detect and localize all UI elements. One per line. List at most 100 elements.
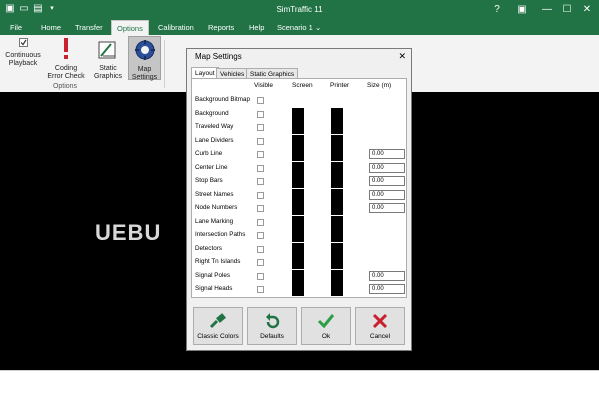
printer-color-swatch[interactable] (331, 107, 343, 121)
map-label-2: Settings (131, 74, 158, 81)
screen-color-swatch[interactable] (292, 188, 304, 202)
screen-color-swatch[interactable] (292, 283, 304, 296)
visible-checkbox[interactable] (257, 259, 264, 266)
visible-checkbox[interactable] (257, 151, 264, 158)
row-label: Stop Bars (195, 177, 223, 184)
ribbon-group-label: Options (52, 83, 78, 90)
row-label: Street Names (195, 190, 234, 198)
screen-color-swatch[interactable] (292, 148, 304, 161)
printer-color-swatch[interactable] (331, 188, 343, 202)
screen-color-swatch[interactable] (292, 134, 304, 148)
printer-color-swatch[interactable] (331, 229, 343, 242)
row-label: Signal Heads (195, 285, 233, 292)
visible-checkbox[interactable] (257, 164, 264, 172)
visible-checkbox[interactable] (257, 232, 264, 239)
visible-checkbox[interactable] (257, 218, 264, 226)
size-input[interactable]: 0.00 (369, 149, 405, 159)
screen-color-swatch[interactable] (292, 202, 304, 215)
printer-color-swatch[interactable] (331, 161, 343, 175)
visible-checkbox[interactable] (257, 191, 264, 199)
tab-calibration[interactable]: Calibration (158, 20, 194, 35)
tab-reports[interactable]: Reports (208, 20, 234, 35)
tab-help[interactable]: Help (249, 20, 264, 35)
visible-checkbox[interactable] (257, 124, 264, 131)
ok-button[interactable]: Ok (301, 307, 351, 345)
column-printer: Printer (330, 82, 350, 89)
continuous-playback-button[interactable]: Continuous Playback (4, 38, 42, 68)
map-settings-dialog: Map Settings ✕ Layout Vehicles Static Gr… (186, 48, 412, 351)
screen-color-swatch[interactable] (292, 269, 304, 283)
continuous-label-2: Playback (8, 60, 38, 67)
visible-checkbox[interactable] (257, 110, 264, 118)
visible-checkbox[interactable] (257, 245, 264, 253)
static-graphics-button[interactable]: Static Graphics (90, 38, 126, 81)
row-label: Lane Dividers (195, 136, 234, 144)
visible-checkbox[interactable] (257, 137, 264, 145)
tab-home[interactable]: Home (41, 20, 61, 35)
printer-color-swatch[interactable] (331, 242, 343, 256)
map-label-1: Map (137, 66, 152, 73)
visible-checkbox[interactable] (257, 178, 264, 185)
screen-color-swatch[interactable] (292, 229, 304, 242)
screen-color-swatch[interactable] (292, 175, 304, 188)
classic-colors-button[interactable]: Classic Colors (193, 307, 243, 345)
row-label: Lane Marking (195, 217, 234, 225)
printer-color-swatch[interactable] (331, 148, 343, 161)
paint-brush-icon (194, 313, 242, 331)
map-settings-icon (129, 39, 160, 64)
help-icon[interactable]: ? (485, 0, 509, 20)
size-input[interactable]: 0.00 (369, 270, 405, 281)
printer-color-swatch[interactable] (331, 175, 343, 188)
close-icon[interactable]: ✕ (575, 0, 599, 20)
row-label: Intersection Paths (195, 231, 246, 238)
size-input[interactable]: 0.00 (369, 189, 405, 200)
row-label: Background Bitmap (195, 96, 250, 103)
printer-color-swatch[interactable] (331, 202, 343, 215)
tab-file[interactable]: File (10, 20, 22, 35)
layout-panel: Visible Screen Printer Size (m) Backgrou… (191, 78, 407, 298)
row-label: Traveled Way (195, 123, 234, 130)
printer-color-swatch[interactable] (331, 121, 343, 134)
row-label: Signal Poles (195, 271, 231, 279)
screen-color-swatch[interactable] (292, 242, 304, 256)
visible-checkbox[interactable] (257, 272, 264, 280)
screen-color-swatch[interactable] (292, 107, 304, 121)
tab-transfer[interactable]: Transfer (75, 20, 103, 35)
size-input[interactable]: 0.00 (369, 176, 405, 186)
error-exclamation-icon (45, 38, 87, 63)
ribbon-display-icon[interactable]: ▣ (510, 0, 534, 20)
screen-color-swatch[interactable] (292, 215, 304, 229)
printer-color-swatch[interactable] (331, 269, 343, 283)
visible-checkbox[interactable] (257, 286, 264, 293)
defaults-button[interactable]: Defaults (247, 307, 297, 345)
continuous-label-1: Continuous (5, 52, 41, 59)
size-input[interactable]: 0.00 (369, 203, 405, 213)
column-size: Size (m) (367, 82, 392, 89)
printer-color-swatch[interactable] (331, 134, 343, 148)
size-input[interactable]: 0.00 (369, 162, 405, 173)
scenario-selector[interactable]: Scenario 1 ⌄ (277, 20, 321, 35)
dialog-close-icon[interactable]: ✕ (398, 51, 406, 62)
row-label: Right Tn Islands (195, 258, 241, 265)
size-input[interactable]: 0.00 (369, 284, 405, 294)
coding-label-2: Error Check (47, 73, 85, 80)
tab-options[interactable]: Options (111, 20, 149, 35)
coding-label-1: Coding (54, 65, 78, 72)
coding-error-check-button[interactable]: Coding Error Check (45, 38, 87, 81)
ribbon-group-divider (164, 40, 165, 88)
checkbox-icon (4, 38, 42, 50)
printer-color-swatch[interactable] (331, 283, 343, 296)
map-settings-button[interactable]: Map Settings (128, 36, 161, 81)
screen-color-swatch[interactable] (292, 256, 304, 269)
map-pencil-icon (90, 38, 126, 63)
screen-color-swatch[interactable] (292, 161, 304, 175)
static-label-2: Graphics (93, 73, 122, 80)
visible-checkbox[interactable] (257, 97, 264, 104)
printer-color-swatch[interactable] (331, 256, 343, 269)
defaults-label: Defaults (260, 333, 284, 340)
column-screen: Screen (292, 82, 313, 89)
visible-checkbox[interactable] (257, 205, 264, 212)
cancel-button[interactable]: Cancel (355, 307, 405, 345)
screen-color-swatch[interactable] (292, 121, 304, 134)
printer-color-swatch[interactable] (331, 215, 343, 229)
